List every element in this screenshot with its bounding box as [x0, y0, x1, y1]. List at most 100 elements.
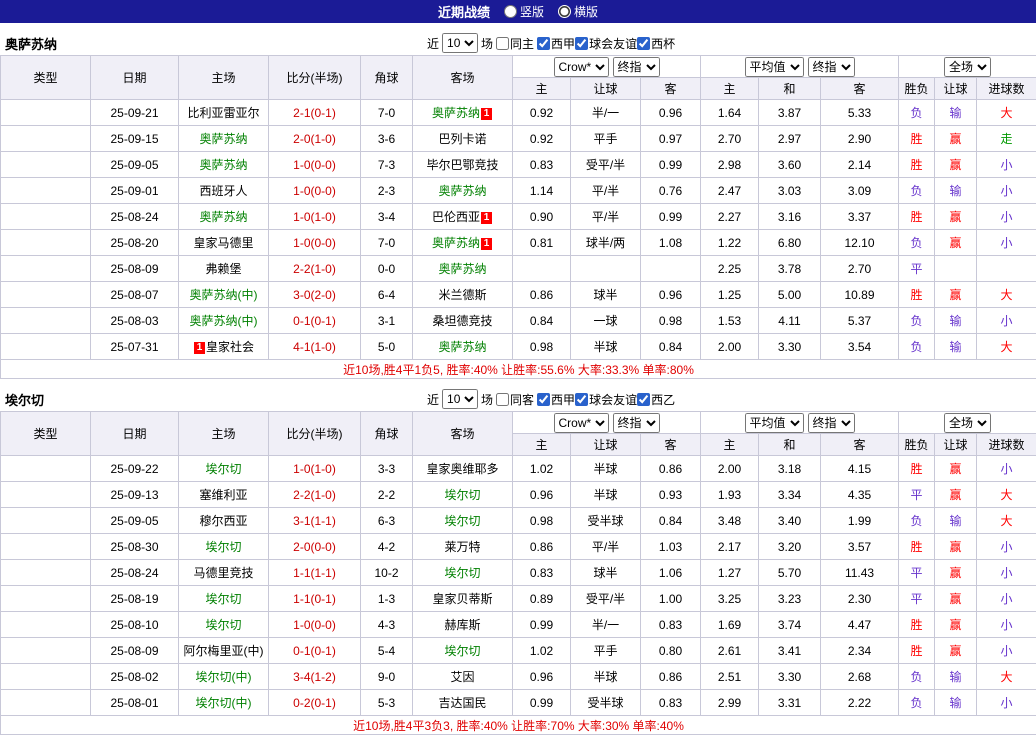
team-link[interactable]: 穆尔西亚 — [199, 514, 247, 528]
bookmaker-select[interactable]: Crow* — [554, 57, 609, 77]
league-checkbox[interactable] — [637, 393, 650, 406]
avg-draw: 6.80 — [759, 230, 821, 256]
odds-away: 0.96 — [641, 100, 701, 126]
avg-away: 2.90 — [821, 126, 899, 152]
match-date: 25-08-24 — [91, 560, 179, 586]
team-link[interactable]: 比利亚雷亚尔 — [187, 106, 259, 120]
avg-home: 2.99 — [701, 690, 759, 716]
team-link[interactable]: 塞维利亚 — [199, 488, 247, 502]
layout-horizontal-option[interactable]: 横版 — [558, 3, 598, 20]
avg-final-select[interactable]: 终指 — [808, 413, 855, 433]
red-card-badge: 1 — [481, 212, 492, 224]
team-link[interactable]: 埃尔切(中) — [196, 696, 252, 710]
same-venue-option[interactable]: 同主 — [496, 35, 534, 52]
bookmaker-select[interactable]: Crow* — [554, 413, 609, 433]
result-wdl: 胜 — [899, 282, 935, 308]
score-cell: 2-2(1-0) — [269, 256, 361, 282]
europe-odds-group: 平均值终指 — [701, 56, 899, 78]
score-cell: 3-1(1-1) — [269, 508, 361, 534]
team-link[interactable]: 弗赖堡 — [205, 262, 241, 276]
result-handicap: 输 — [935, 100, 977, 126]
team-link[interactable]: 西班牙人 — [199, 184, 247, 198]
final-odds-select[interactable]: 终指 — [613, 57, 660, 77]
avg-away: 4.35 — [821, 482, 899, 508]
team-link[interactable]: 奥萨苏纳 — [199, 158, 247, 172]
team-link[interactable]: 皇家社会 — [206, 340, 254, 354]
avg-draw: 3.31 — [759, 690, 821, 716]
results-table: 类型 日期 主场 比分(半场) 角球 客场 Crow*终指 平均值终指 全场 — [0, 411, 1036, 735]
team-link[interactable]: 巴伦西亚 — [432, 210, 480, 224]
horizontal-radio[interactable] — [558, 5, 571, 18]
team-link[interactable]: 埃尔切 — [444, 514, 480, 528]
layout-vertical-option[interactable]: 竖版 — [504, 3, 544, 20]
scope-select[interactable]: 全场 — [944, 57, 991, 77]
team-link[interactable]: 毕尔巴鄂竞技 — [426, 158, 498, 172]
team-link[interactable]: 艾因 — [450, 670, 474, 684]
avg-home: 2.00 — [701, 456, 759, 482]
team-link[interactable]: 埃尔切 — [205, 592, 241, 606]
team-link[interactable]: 奥萨苏纳 — [438, 262, 486, 276]
team-link[interactable]: 奥萨苏纳 — [199, 210, 247, 224]
team-link[interactable]: 巴列卡诺 — [438, 132, 486, 146]
match-count-select[interactable]: 10 — [442, 33, 478, 53]
league-checkbox[interactable] — [637, 37, 650, 50]
league-filter-option[interactable]: 球会友谊 — [575, 35, 637, 52]
team-link[interactable]: 吉达国民 — [438, 696, 486, 710]
team-link[interactable]: 奥萨苏纳 — [438, 184, 486, 198]
team-link[interactable]: 埃尔切 — [444, 644, 480, 658]
team-link[interactable]: 埃尔切(中) — [196, 670, 252, 684]
league-filter-option[interactable]: 球会友谊 — [575, 391, 637, 408]
team-link[interactable]: 皇家马德里 — [193, 236, 253, 250]
team-link[interactable]: 埃尔切 — [444, 566, 480, 580]
avg-away: 3.09 — [821, 178, 899, 204]
team-link[interactable]: 桑坦德竞技 — [432, 314, 492, 328]
team-link[interactable]: 皇家奥维耶多 — [426, 462, 498, 476]
same-venue-checkbox[interactable] — [496, 393, 509, 406]
team-link[interactable]: 阿尔梅里亚(中) — [184, 644, 264, 658]
team-link[interactable]: 奥萨苏纳(中) — [190, 288, 258, 302]
team-link[interactable]: 米兰德斯 — [438, 288, 486, 302]
final-odds-select[interactable]: 终指 — [613, 413, 660, 433]
team-link[interactable]: 奥萨苏纳 — [432, 236, 480, 250]
odds-away: 1.06 — [641, 560, 701, 586]
league-filter-option[interactable]: 西杯 — [637, 35, 675, 52]
team-link[interactable]: 埃尔切 — [444, 488, 480, 502]
team-link[interactable]: 埃尔切 — [205, 618, 241, 632]
league-badge: 球会友谊 — [1, 308, 91, 334]
result-handicap: 输 — [935, 178, 977, 204]
league-checkbox[interactable] — [537, 37, 550, 50]
match-date: 25-08-07 — [91, 282, 179, 308]
team-link[interactable]: 埃尔切 — [205, 540, 241, 554]
team-link[interactable]: 莱万特 — [444, 540, 480, 554]
away-team: 巴列卡诺 — [413, 126, 513, 152]
same-venue-checkbox[interactable] — [496, 37, 509, 50]
average-select[interactable]: 平均值 — [745, 57, 804, 77]
match-count-select[interactable]: 10 — [442, 389, 478, 409]
team-link[interactable]: 赫库斯 — [444, 618, 480, 632]
scope-select[interactable]: 全场 — [944, 413, 991, 433]
odds-handicap: 平/半 — [571, 534, 641, 560]
league-checkbox[interactable] — [575, 393, 588, 406]
league-filter-option[interactable]: 西甲 — [537, 391, 575, 408]
league-checkbox[interactable] — [537, 393, 550, 406]
team-link[interactable]: 奥萨苏纳 — [199, 132, 247, 146]
result-wdl: 负 — [899, 508, 935, 534]
score-cell: 0-2(0-1) — [269, 690, 361, 716]
same-venue-option[interactable]: 同客 — [496, 391, 534, 408]
team-link[interactable]: 奥萨苏纳 — [432, 106, 480, 120]
team-link[interactable]: 皇家贝蒂斯 — [432, 592, 492, 606]
team-link[interactable]: 奥萨苏纳 — [438, 340, 486, 354]
league-filter-option[interactable]: 西甲 — [537, 35, 575, 52]
result-handicap: 赢 — [935, 230, 977, 256]
vertical-radio[interactable] — [504, 5, 517, 18]
team-link[interactable]: 埃尔切 — [205, 462, 241, 476]
average-select[interactable]: 平均值 — [745, 413, 804, 433]
league-checkbox[interactable] — [575, 37, 588, 50]
avg-final-select[interactable]: 终指 — [808, 57, 855, 77]
team-link[interactable]: 马德里竞技 — [193, 566, 253, 580]
team-link[interactable]: 奥萨苏纳(中) — [190, 314, 258, 328]
match-date: 25-09-01 — [91, 178, 179, 204]
result-wdl: 胜 — [899, 126, 935, 152]
league-filter-option[interactable]: 西乙 — [637, 391, 675, 408]
match-row: 西甲25-08-30埃尔切2-0(0-0)4-2莱万特0.86平/半1.032.… — [1, 534, 1036, 560]
